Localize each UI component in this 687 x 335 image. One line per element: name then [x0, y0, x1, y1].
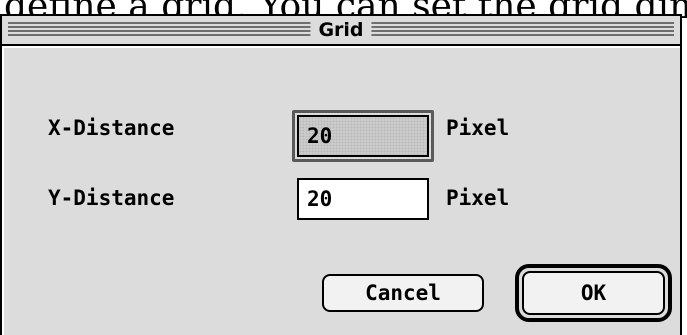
ok-button[interactable]: OK [522, 271, 665, 315]
y-distance-field[interactable]: 20 [297, 178, 429, 220]
y-distance-label: Y-Distance [48, 186, 175, 210]
dialog-titlebar[interactable]: Grid [2, 16, 680, 46]
x-distance-unit: Pixel [446, 116, 510, 140]
dialog-title: Grid [310, 18, 372, 42]
y-distance-unit: Pixel [446, 186, 510, 210]
cancel-button[interactable]: Cancel [322, 274, 484, 312]
x-distance-label: X-Distance [48, 116, 175, 140]
x-distance-field[interactable]: 20 [297, 115, 429, 157]
grid-dialog: Grid X-Distance 20 Pixel Y-Distance 20 P… [0, 14, 682, 335]
dialog-content: X-Distance 20 Pixel Y-Distance 20 Pixel … [2, 46, 680, 335]
